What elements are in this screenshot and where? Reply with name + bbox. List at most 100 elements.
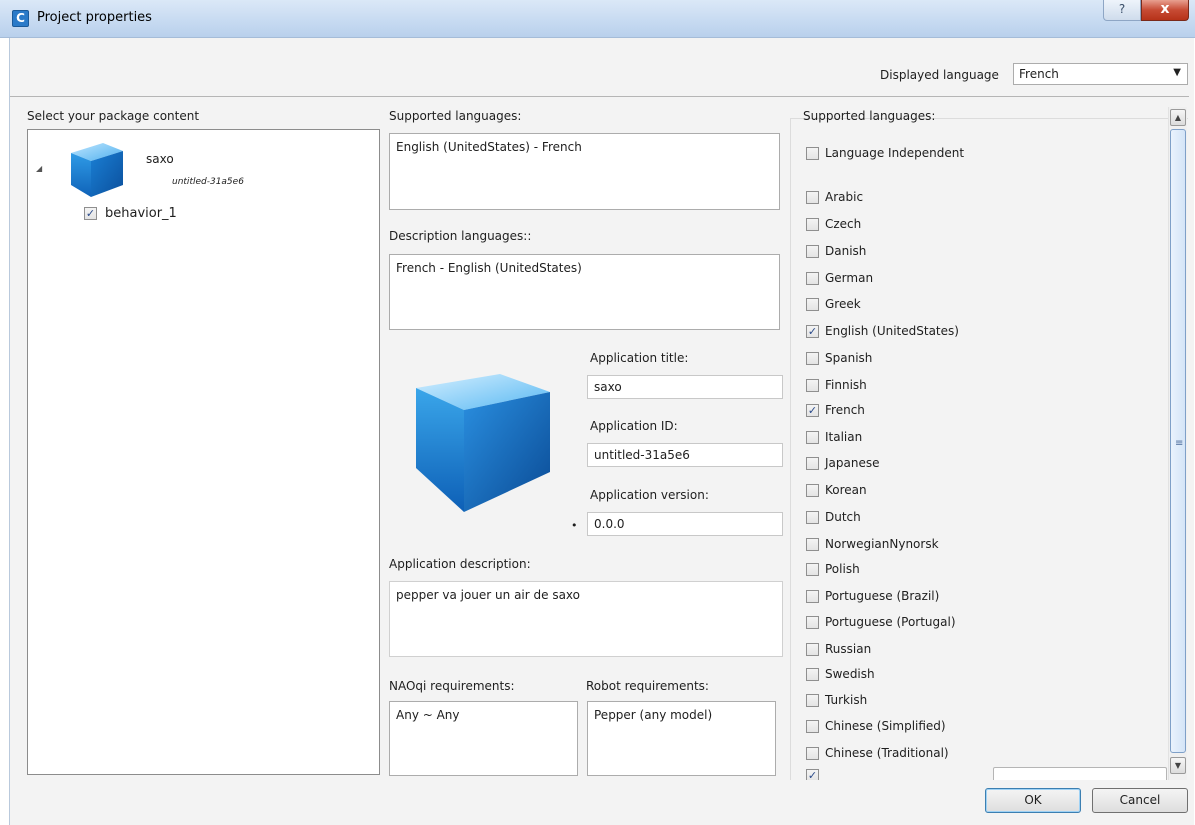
language-checkbox[interactable] <box>806 590 819 603</box>
application-description-box[interactable]: pepper va jouer un air de saxo <box>389 581 783 657</box>
behavior-checkbox[interactable]: ✓ <box>84 207 97 220</box>
tree-expand-icon[interactable]: ◢ <box>36 164 42 173</box>
language-checkbox[interactable] <box>806 484 819 497</box>
language-item[interactable]: Russian <box>806 642 871 656</box>
description-languages-box[interactable]: French - English (UnitedStates) <box>389 254 780 330</box>
language-checkbox[interactable] <box>806 431 819 444</box>
scroll-down-button[interactable]: ▼ <box>1170 757 1186 774</box>
language-checkbox[interactable] <box>806 668 819 681</box>
package-tree[interactable] <box>27 129 380 775</box>
language-checkbox[interactable] <box>806 379 819 392</box>
language-item[interactable]: Portuguese (Brazil) <box>806 589 939 603</box>
cancel-button[interactable]: Cancel <box>1092 788 1188 813</box>
language-item[interactable]: NorwegianNynorsk <box>806 537 939 551</box>
application-title-label: Application title: <box>590 351 689 365</box>
language-checkbox[interactable] <box>806 218 819 231</box>
language-item[interactable]: Greek <box>806 297 861 311</box>
language-item[interactable]: Italian <box>806 430 862 444</box>
language-item[interactable]: Finnish <box>806 378 867 392</box>
language-item[interactable]: Language Independent <box>806 146 964 160</box>
language-name: Language Independent <box>825 146 965 160</box>
language-checkbox[interactable] <box>806 720 819 733</box>
scrollbar-thumb[interactable]: ≡ <box>1170 129 1186 753</box>
language-item[interactable]: Turkish <box>806 693 867 707</box>
package-root-name[interactable]: saxo <box>146 152 174 166</box>
package-root-id: untitled-31a5e6 <box>172 177 244 187</box>
language-checkbox[interactable] <box>806 511 819 524</box>
robot-requirements-label: Robot requirements: <box>586 679 709 693</box>
language-checkbox[interactable] <box>806 747 819 760</box>
language-checkbox[interactable]: ✓ <box>806 325 819 338</box>
title-bar[interactable]: C Project properties ? x <box>0 0 1195 38</box>
language-item[interactable]: Dutch <box>806 510 861 524</box>
supported-languages-summary-box[interactable]: English (UnitedStates) - French <box>389 133 780 210</box>
language-item[interactable]: ✓ English (UnitedStates) <box>806 324 959 338</box>
language-item[interactable]: Arabic <box>806 190 863 204</box>
language-item[interactable]: ✓ French <box>806 403 865 417</box>
language-item[interactable]: Czech <box>806 217 861 231</box>
language-checkbox[interactable] <box>806 616 819 629</box>
language-name: Portuguese (Portugal) <box>825 615 956 629</box>
close-button[interactable]: x <box>1141 0 1189 21</box>
language-item[interactable]: Chinese (Simplified) <box>806 719 946 733</box>
language-name: Swedish <box>825 667 875 681</box>
partially-visible-field[interactable] <box>993 767 1167 780</box>
language-checkbox[interactable] <box>806 563 819 576</box>
language-checkbox[interactable] <box>806 352 819 365</box>
scrollbar-grip-icon: ≡ <box>1175 438 1184 449</box>
scroll-up-button[interactable]: ▲ <box>1170 109 1186 126</box>
language-item[interactable]: Spanish <box>806 351 872 365</box>
application-id-field[interactable]: untitled-31a5e6 <box>587 443 783 467</box>
application-version-label: Application version: <box>590 488 709 502</box>
application-title-field[interactable]: saxo <box>587 375 783 399</box>
language-checkbox[interactable] <box>806 298 819 311</box>
language-item[interactable]: Portuguese (Portugal) <box>806 615 956 629</box>
ok-button[interactable]: OK <box>985 788 1081 813</box>
package-content-label: Select your package content <box>27 109 200 123</box>
displayed-language-select[interactable]: French ▼ <box>1013 63 1188 85</box>
application-id-label: Application ID: <box>590 419 678 433</box>
partial-row-checkbox[interactable]: ✓ <box>806 769 819 780</box>
language-item[interactable]: Chinese (Traditional) <box>806 746 949 760</box>
naoqi-requirements-box[interactable]: Any ~ Any <box>389 701 578 776</box>
naoqi-requirements-label: NAOqi requirements: <box>389 679 515 693</box>
language-name: German <box>825 271 874 285</box>
robot-requirements-box[interactable]: Pepper (any model) <box>587 701 776 776</box>
language-name: Chinese (Traditional) <box>825 746 949 760</box>
divider <box>10 96 1189 97</box>
language-item[interactable]: German <box>806 271 873 285</box>
supported-languages-label: Supported languages: <box>803 109 936 123</box>
language-name: Portuguese (Brazil) <box>825 589 940 603</box>
chevron-down-icon: ▼ <box>1173 67 1181 78</box>
language-checkbox[interactable] <box>806 147 819 160</box>
application-description-label: Application description: <box>389 557 531 571</box>
language-item[interactable]: Polish <box>806 562 860 576</box>
application-icon[interactable] <box>410 372 552 514</box>
language-item[interactable]: Korean <box>806 483 867 497</box>
language-checkbox[interactable] <box>806 538 819 551</box>
language-name: Dutch <box>825 510 861 524</box>
language-checkbox[interactable] <box>806 694 819 707</box>
language-checkbox[interactable]: ✓ <box>806 404 819 417</box>
language-name: Polish <box>825 562 860 576</box>
language-item[interactable]: Japanese <box>806 456 880 470</box>
language-list-scrollbar[interactable]: ▲ ≡ ▼ <box>1168 107 1187 780</box>
cube-icon <box>71 143 123 197</box>
language-checkbox[interactable] <box>806 272 819 285</box>
language-item[interactable]: Danish <box>806 244 866 258</box>
language-name: Italian <box>825 430 863 444</box>
package-child-item[interactable]: ✓ behavior_1 <box>84 206 177 221</box>
language-name: Korean <box>825 483 867 497</box>
language-checkbox[interactable] <box>806 245 819 258</box>
language-name: Turkish <box>825 693 868 707</box>
language-name: English (UnitedStates) <box>825 324 959 338</box>
help-button[interactable]: ? <box>1103 0 1141 21</box>
application-version-field[interactable]: 0.0.0 <box>587 512 783 536</box>
language-checkbox[interactable] <box>806 191 819 204</box>
language-checkbox[interactable] <box>806 643 819 656</box>
description-languages-label: Description languages:: <box>389 229 532 243</box>
package-child-name: behavior_1 <box>105 206 177 221</box>
language-checkbox[interactable] <box>806 457 819 470</box>
language-item[interactable]: Swedish <box>806 667 875 681</box>
language-name: Japanese <box>825 456 880 470</box>
